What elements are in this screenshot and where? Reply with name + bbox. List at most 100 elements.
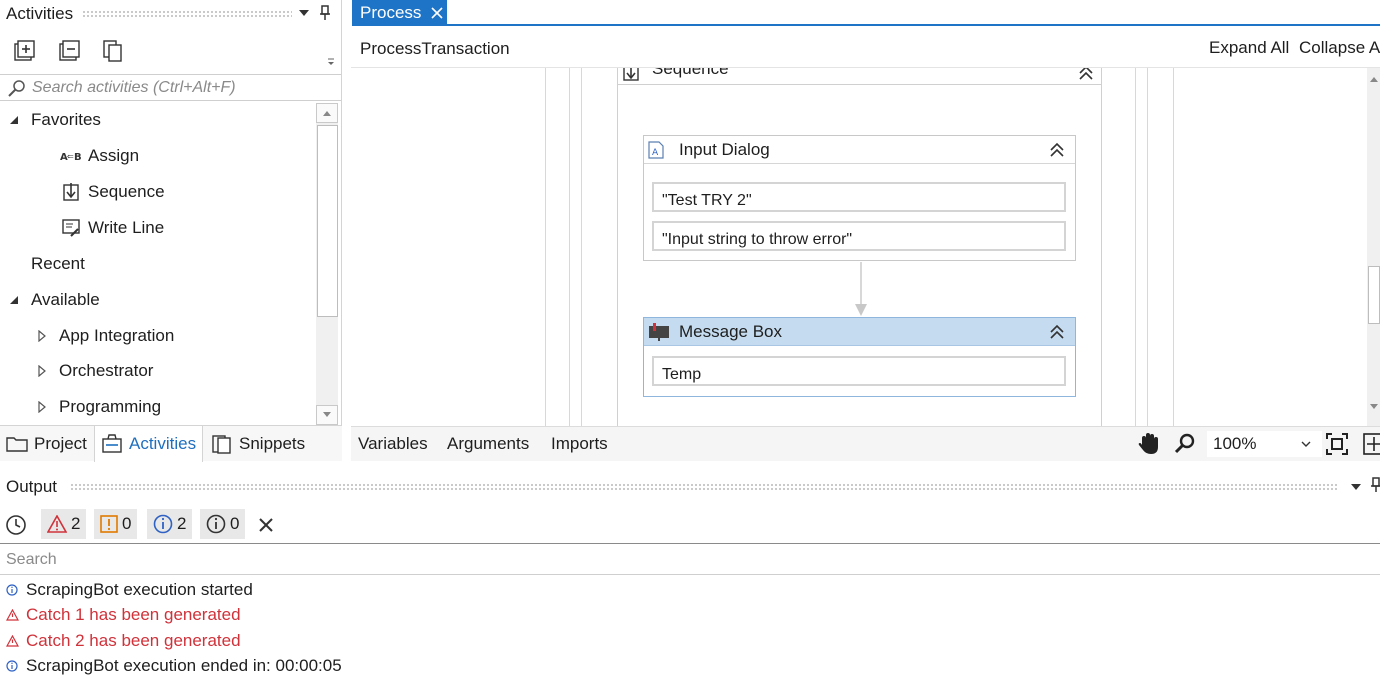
tab-process[interactable]: Process [352,0,447,25]
panel-menu-icon[interactable] [298,8,310,18]
activity-title: Input Dialog [679,139,770,159]
collapsed-arrow-icon[interactable] [32,330,52,342]
panel-tabs: Project Activities Snippets [0,425,342,462]
tree-item-label: Assign [88,146,140,165]
panel-menu-icon[interactable] [1350,482,1362,492]
collapsed-arrow-icon[interactable] [32,365,52,377]
activity-title: Message Box [679,321,782,341]
expanded-arrow-icon[interactable] [4,115,24,125]
tab-activities[interactable]: Activities [94,426,204,462]
collapsed-arrow-icon[interactable] [32,401,52,413]
zoom-search-icon[interactable] [1174,433,1196,455]
info-icon [153,514,173,534]
scrollbar-thumb[interactable] [1368,266,1380,324]
editor-scrollbar[interactable] [1367,68,1380,426]
designer-canvas[interactable]: Sequence A Input Dialog "Test TRY 2" "In… [351,68,1367,426]
toolbar-overflow-icon[interactable] [327,58,335,66]
expanded-arrow-icon[interactable] [4,295,24,305]
tree-item-favorites[interactable]: Favorites [4,104,101,136]
output-search-input[interactable] [6,550,606,570]
tab-imports[interactable]: Imports [551,434,608,454]
collapse-all-icon[interactable] [56,38,82,64]
scroll-up-icon[interactable] [316,103,338,123]
clear-icon[interactable] [258,517,274,533]
scroll-down-icon[interactable] [1369,404,1379,410]
info-count: 2 [177,514,187,533]
warning-count: 0 [122,514,132,533]
tree-item-label: Recent [31,254,85,273]
label-field[interactable]: "Input string to throw error" [652,221,1066,251]
copy-icon[interactable] [100,38,126,64]
pin-icon[interactable] [1370,477,1380,493]
filter-warnings-button[interactable]: 0 [94,509,138,539]
input-dialog-icon: A [648,140,676,159]
assign-icon: A ⇐ B [60,149,82,163]
tree-item-assign[interactable]: A ⇐ B Assign [60,140,139,172]
tree-item-app-integration[interactable]: App Integration [32,320,174,352]
scroll-down-icon[interactable] [316,405,338,425]
activity-header[interactable]: Message Box [644,318,1075,346]
activity-header[interactable]: A Input Dialog [644,136,1075,164]
trace-icon [206,514,226,534]
filter-trace-button[interactable]: 0 [200,509,246,539]
tab-variables[interactable]: Variables [358,434,428,454]
close-icon[interactable] [431,6,443,19]
expand-all-link[interactable]: Expand All [1209,38,1289,58]
log-row[interactable]: Catch 2 has been generated [6,629,241,653]
panel-grip[interactable] [70,483,1338,490]
log-text: Catch 2 has been generated [26,631,241,650]
sequence-header[interactable]: Sequence [618,68,1101,85]
hand-pan-icon[interactable] [1137,432,1159,456]
collapse-icon[interactable] [1049,142,1065,158]
error-icon [47,515,67,533]
filter-info-button[interactable]: 2 [147,509,193,539]
sequence-container[interactable]: Sequence A Input Dialog "Test TRY 2" "In… [617,68,1102,426]
sequence-title: Sequence [652,68,729,78]
tab-label: Project [34,433,87,453]
filter-errors-button[interactable]: 2 [41,509,87,539]
tree-item-label: Available [31,290,100,309]
search-icon [7,79,27,97]
breadcrumb[interactable]: ProcessTransaction [360,39,510,59]
scroll-up-icon[interactable] [1369,76,1379,82]
snippets-icon [211,434,233,454]
message-box-activity[interactable]: Message Box Temp [643,317,1076,397]
tree-item-available[interactable]: Available [4,284,100,316]
trace-count: 0 [230,514,240,533]
tree-scrollbar[interactable] [316,103,338,425]
border-line [1173,68,1174,426]
tab-label: Activities [129,434,197,453]
input-dialog-activity[interactable]: A Input Dialog "Test TRY 2" "Input strin… [643,135,1076,261]
pin-icon[interactable] [319,5,331,21]
sequence-icon [60,182,82,202]
expand-all-icon[interactable] [11,38,37,64]
tab-arguments[interactable]: Arguments [447,434,529,454]
overview-icon[interactable] [1363,433,1380,455]
zoom-select[interactable]: 100% [1207,431,1322,457]
panel-grip[interactable] [82,10,292,17]
collapse-all-link[interactable]: Collapse All [1299,38,1380,58]
breadcrumb-bar: ProcessTransaction Expand All Collapse A… [351,26,1380,68]
collapse-icon[interactable] [1078,68,1094,81]
search-activities-input[interactable] [32,78,332,98]
title-field[interactable]: "Test TRY 2" [652,182,1066,212]
text-field[interactable]: Temp [652,356,1066,386]
tree-item-recent[interactable]: Recent [31,248,85,280]
tree-item-sequence[interactable]: Sequence [60,176,165,208]
log-row[interactable]: ScrapingBot execution started [6,578,253,602]
clock-icon[interactable] [5,514,27,536]
log-text: Catch 1 has been generated [26,605,241,624]
collapse-icon[interactable] [1049,324,1065,340]
log-row[interactable]: ScrapingBot execution ended in: 00:00:05 [6,654,342,678]
warning-icon [100,515,118,533]
tree-item-orchestrator[interactable]: Orchestrator [32,355,153,387]
error-icon [6,635,20,647]
tab-project[interactable]: Project [0,426,93,461]
tab-snippets[interactable]: Snippets [205,426,311,461]
tree-item-write-line[interactable]: Write Line [60,212,164,244]
log-row[interactable]: Catch 1 has been generated [6,603,241,627]
tree-item-programming[interactable]: Programming [32,391,161,423]
scrollbar-thumb[interactable] [317,125,338,317]
fit-to-screen-icon[interactable] [1326,433,1348,455]
chevron-down-icon[interactable] [1301,441,1311,448]
